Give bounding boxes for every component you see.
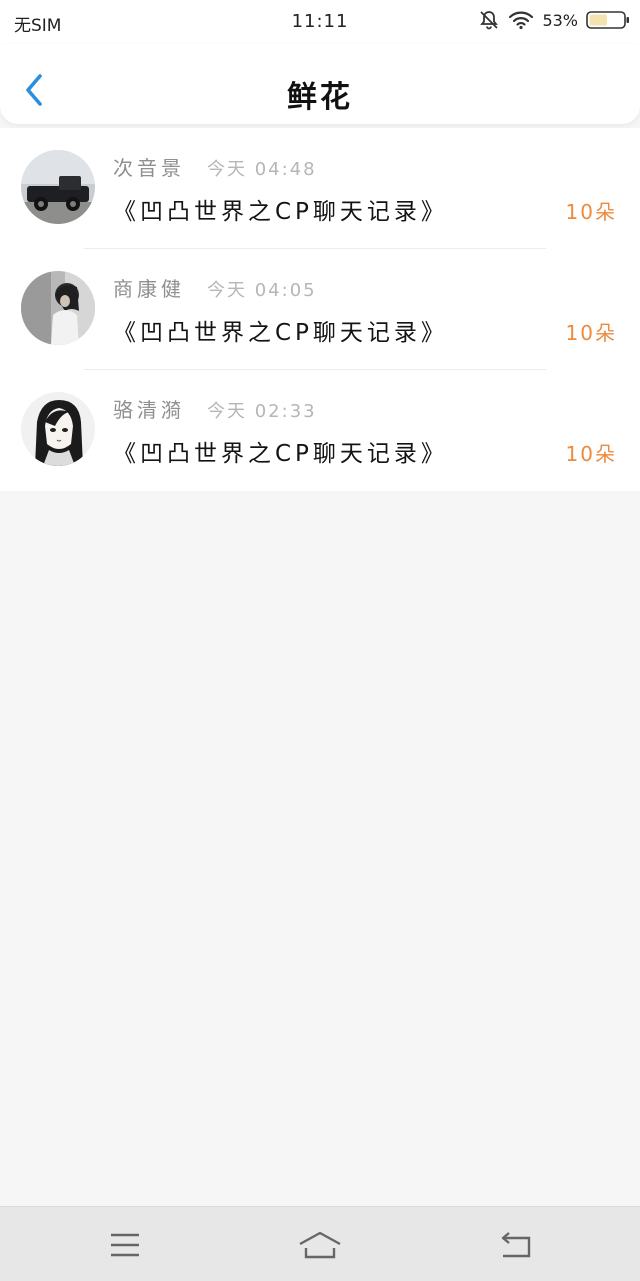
list-item[interactable]: 骆清漪 今天 02:33 《凹凸世界之CP聊天记录》 10朵 <box>0 370 640 491</box>
flower-count: 10朵 <box>565 442 617 466</box>
work-title: 《凹凸世界之CP聊天记录》 <box>113 199 448 225</box>
sender-name: 商康健 <box>113 277 185 301</box>
avatar-image <box>21 392 95 466</box>
record-meta: 骆清漪 今天 02:33 <box>113 394 317 423</box>
record-meta: 次音景 今天 04:48 <box>113 152 317 181</box>
battery-icon <box>586 11 629 29</box>
header: 鲜花 <box>0 44 640 124</box>
wifi-icon <box>509 11 534 30</box>
avatar <box>21 271 95 345</box>
menu-button[interactable] <box>105 1225 145 1265</box>
bell-off-icon <box>480 11 499 30</box>
menu-icon <box>111 1233 139 1257</box>
home-button[interactable] <box>296 1225 344 1265</box>
home-icon <box>299 1231 341 1259</box>
record-time: 今天 04:05 <box>207 280 317 301</box>
status-bar: 无SIM 11:11 53% <box>0 0 640 44</box>
record-time: 今天 04:48 <box>207 159 317 180</box>
sender-name: 次音景 <box>113 156 185 180</box>
system-back-button[interactable] <box>496 1225 536 1265</box>
flower-count: 10朵 <box>565 321 617 345</box>
status-icons: 53% <box>478 9 630 31</box>
avatar <box>21 392 95 466</box>
avatar-image <box>21 150 95 224</box>
battery-percent: 53% <box>542 10 578 30</box>
list-item[interactable]: 次音景 今天 04:48 《凹凸世界之CP聊天记录》 10朵 <box>0 128 640 249</box>
record-meta: 商康健 今天 04:05 <box>113 273 317 302</box>
record-time: 今天 02:33 <box>207 401 317 422</box>
work-title: 《凹凸世界之CP聊天记录》 <box>113 441 448 467</box>
work-title: 《凹凸世界之CP聊天记录》 <box>113 320 448 346</box>
list-item[interactable]: 商康健 今天 04:05 《凹凸世界之CP聊天记录》 10朵 <box>0 249 640 370</box>
back-icon <box>501 1232 531 1258</box>
avatar <box>21 150 95 224</box>
sender-name: 骆清漪 <box>113 398 185 422</box>
flower-list: 次音景 今天 04:48 《凹凸世界之CP聊天记录》 10朵 商康健 今天 04… <box>0 128 640 491</box>
flower-count: 10朵 <box>565 200 617 224</box>
system-nav-bar <box>0 1206 640 1281</box>
page-title: 鲜花 <box>287 80 353 115</box>
avatar-image <box>21 271 95 345</box>
